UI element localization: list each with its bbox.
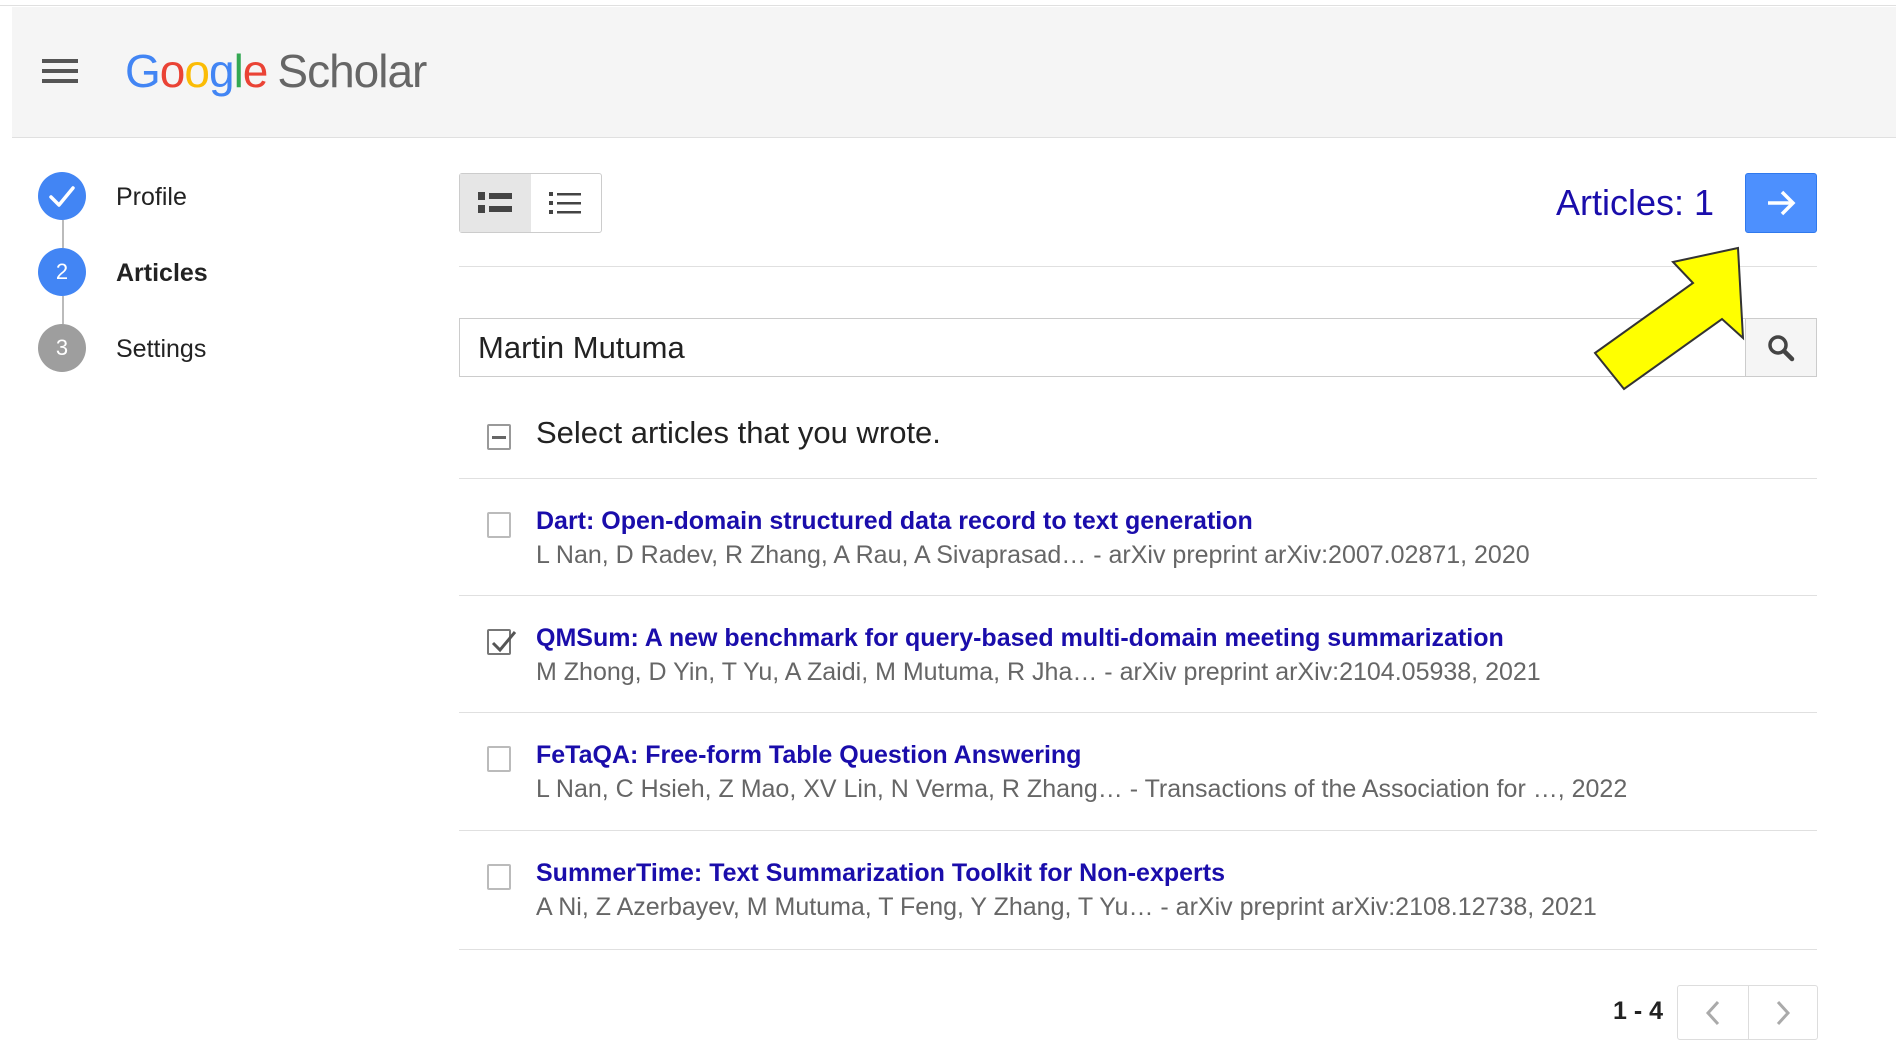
articles-selected-count: Articles: 1: [1555, 182, 1714, 223]
chevron-right-icon[interactable]: [1747, 986, 1818, 1039]
article-row: FeTaQA: Free-form Table Question Answeri…: [459, 712, 1817, 829]
google-scholar-logo[interactable]: Google Scholar: [125, 44, 427, 98]
article-checkbox[interactable]: [487, 746, 511, 772]
article-meta: M Zhong, D Yin, T Yu, A Zaidi, M Mutuma,…: [536, 658, 1541, 686]
step-profile[interactable]: Profile: [38, 172, 338, 222]
stepper-connector: [62, 296, 64, 324]
app-header: Google Scholar: [12, 7, 1896, 138]
step-settings[interactable]: 3 Settings: [38, 324, 338, 374]
article-meta: A Ni, Z Azerbayev, M Mutuma, T Feng, Y Z…: [536, 893, 1597, 921]
search-icon: [1768, 334, 1795, 361]
compact-list-icon[interactable]: [531, 174, 602, 232]
article-checkbox[interactable]: [487, 512, 511, 538]
step-number: 2: [38, 248, 86, 296]
pagination-range: 1 - 4: [1613, 997, 1664, 1025]
article-meta: L Nan, D Radev, R Zhang, A Rau, A Sivapr…: [536, 541, 1530, 569]
arrow-right-icon: [1768, 190, 1796, 216]
step-label: Articles: [116, 259, 208, 287]
article-title[interactable]: FeTaQA: Free-form Table Question Answeri…: [536, 741, 1081, 770]
logo-scholar-text: Scholar: [277, 45, 427, 97]
article-row: QMSum: A new benchmark for query-based m…: [459, 595, 1817, 712]
article-checkbox[interactable]: [487, 629, 517, 655]
annotation-arrow-icon: [1593, 246, 1745, 391]
step-label: Settings: [116, 335, 207, 363]
step-label: Profile: [116, 183, 187, 211]
checkmark-icon: [491, 631, 517, 653]
step-articles[interactable]: 2 Articles: [38, 248, 338, 298]
detailed-list-icon[interactable]: [460, 174, 531, 232]
article-meta: L Nan, C Hsieh, Z Mao, XV Lin, N Verma, …: [536, 775, 1628, 803]
article-title[interactable]: SummerTime: Text Summarization Toolkit f…: [536, 859, 1225, 888]
article-title[interactable]: QMSum: A new benchmark for query-based m…: [536, 624, 1504, 653]
article-row: SummerTime: Text Summarization Toolkit f…: [459, 830, 1817, 947]
select-all-checkbox[interactable]: [487, 424, 511, 450]
article-checkbox[interactable]: [487, 864, 511, 890]
menu-icon[interactable]: [42, 59, 78, 91]
stepper-connector: [62, 220, 64, 248]
view-mode-toggle: [459, 173, 602, 233]
next-step-button[interactable]: [1745, 173, 1817, 233]
article-row: Dart: Open-domain structured data record…: [459, 478, 1817, 595]
select-articles-heading: Select articles that you wrote.: [536, 415, 941, 450]
article-title[interactable]: Dart: Open-domain structured data record…: [536, 507, 1253, 536]
divider: [459, 949, 1817, 950]
top-border: [0, 0, 1896, 6]
chevron-left-icon[interactable]: [1678, 986, 1748, 1039]
step-number: 3: [38, 324, 86, 372]
pagination-controls: [1677, 985, 1818, 1040]
author-search-input[interactable]: [459, 318, 1746, 377]
check-icon: [38, 172, 86, 220]
